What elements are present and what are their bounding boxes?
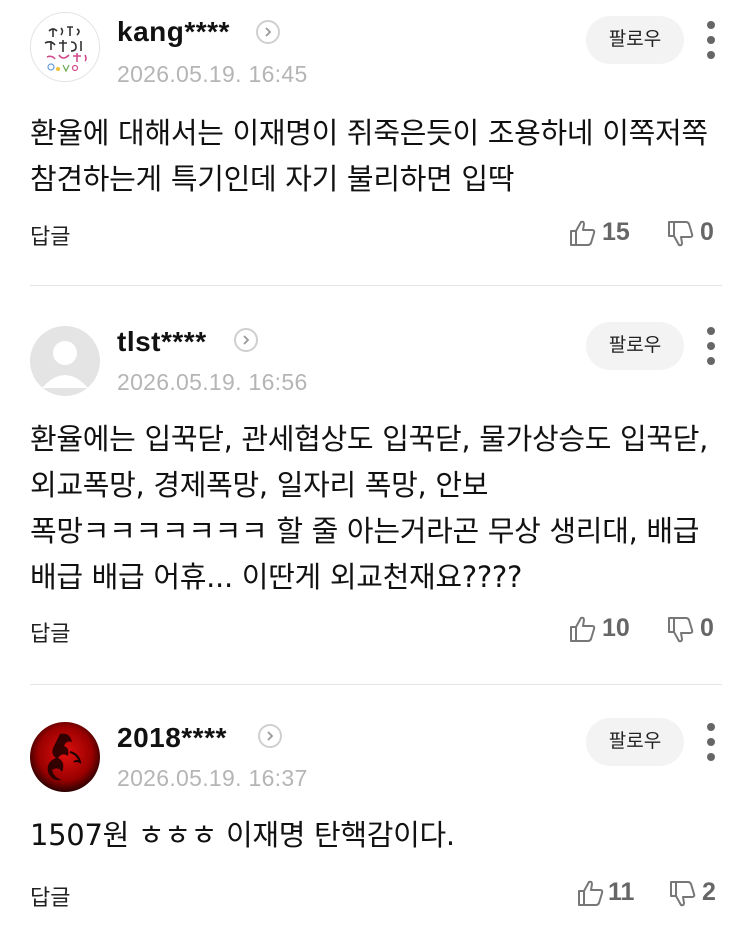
reply-button[interactable]: 답글 [30,219,70,251]
reply-button[interactable]: 답글 [30,616,70,648]
avatar[interactable] [30,12,100,82]
more-options-icon[interactable] [700,327,722,367]
like-count: 11 [608,878,635,906]
default-person-avatar-icon [30,326,100,396]
profile-arrow-icon[interactable] [256,20,280,44]
follow-button[interactable]: 팔로우 [586,718,684,766]
comment-date: 2026.05.19. 16:45 [117,61,308,87]
comment-text: 환율에는 입꾹닫, 관세협상도 입꾹닫, 물가상승도 입꾹닫, 외교폭망, 경제… [30,422,709,594]
profile-arrow-icon[interactable] [234,328,258,352]
like-count: 10 [602,614,630,642]
divider [30,285,722,286]
like-button[interactable]: 11 [576,876,640,912]
reply-button[interactable]: 답글 [30,880,70,912]
comment-date: 2026.05.19. 16:37 [117,765,308,791]
profile-arrow-icon[interactable] [258,724,282,748]
follow-button[interactable]: 팔로우 [586,16,684,64]
thumbs-up-icon [578,880,604,906]
divider [30,684,722,685]
thumbs-down-icon [670,881,696,907]
nickname[interactable]: tlst**** [117,326,207,358]
follow-button[interactable]: 팔로우 [586,322,684,370]
like-button[interactable]: 15 [568,216,638,252]
like-button[interactable]: 10 [568,612,638,648]
dislike-count: 0 [700,218,714,246]
handwriting-calligraphy-avatar-icon [31,13,99,81]
thumbs-up-icon [570,220,596,246]
comment-text: 환율에 대해서는 이재명이 쥐죽은듯이 조용하네 이쪽저쪽 참견하는게 특기인데… [30,116,708,196]
avatar[interactable] [30,722,100,792]
thumbs-up-icon [570,616,596,642]
comment-date: 2026.05.19. 16:56 [117,369,308,395]
dislike-count: 0 [700,614,714,642]
nickname[interactable]: 2018**** [117,722,227,754]
avatar[interactable] [30,326,100,396]
like-count: 15 [602,218,630,246]
nickname[interactable]: kang**** [117,16,230,48]
more-options-icon[interactable] [700,723,722,763]
thumbs-down-icon [668,617,694,643]
comment-text: 1507원 ㅎㅎㅎ 이재명 탄핵감이다. [30,818,455,852]
dislike-button[interactable]: 0 [666,612,722,648]
more-options-icon[interactable] [700,21,722,61]
thumbs-down-icon [668,221,694,247]
dislike-button[interactable]: 0 [666,216,722,252]
dislike-count: 2 [702,878,716,906]
dislike-button[interactable]: 2 [668,876,722,912]
red-dragon-avatar-icon [30,722,100,792]
